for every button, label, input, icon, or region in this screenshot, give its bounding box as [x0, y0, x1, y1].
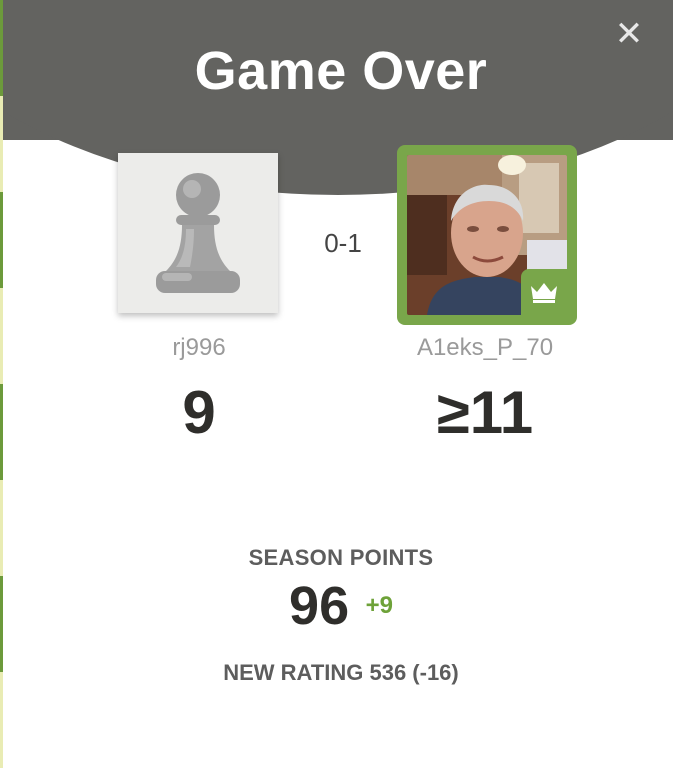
pawn-icon: [156, 173, 240, 293]
player-right-username[interactable]: A1eks_P_70: [385, 334, 585, 362]
game-over-modal: Game Over ✕ 0-1 rj996 A1eks_P_70 9 ≥11 S…: [3, 0, 673, 768]
player-right-rating: ≥11: [436, 379, 534, 446]
new-rating-text: NEW RATING 536 (-16): [223, 660, 459, 685]
season-points-value: 96: [289, 576, 350, 636]
player-right-avatar: [397, 145, 577, 325]
game-score: 0-1: [324, 228, 362, 258]
player-left-avatar: [118, 153, 278, 313]
close-icon[interactable]: ✕: [611, 16, 647, 52]
player-left-username[interactable]: rj996: [99, 334, 299, 362]
season-points-label: SEASON POINTS: [248, 545, 434, 570]
season-points-row: 96 +9: [3, 575, 673, 637]
crown-icon: [531, 283, 557, 303]
winner-badge: [521, 269, 567, 315]
season-points-delta: +9: [365, 592, 393, 619]
modal-title: Game Over: [194, 41, 488, 101]
player-left-rating: 9: [182, 379, 216, 446]
